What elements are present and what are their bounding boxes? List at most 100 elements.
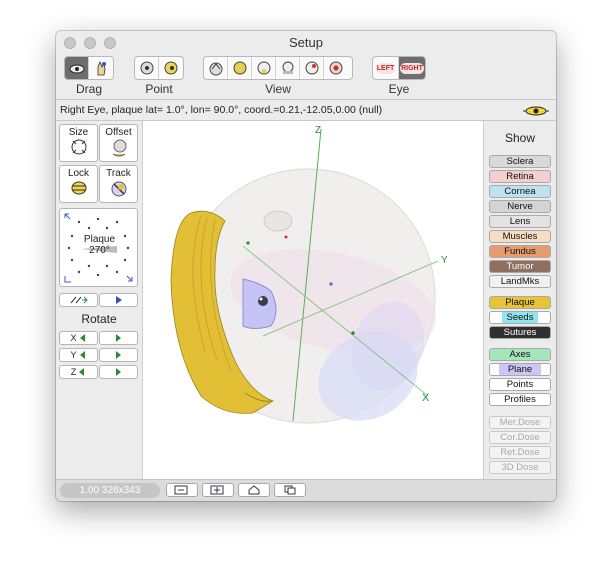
eye-drag-icon xyxy=(69,64,84,74)
point-group xyxy=(134,56,184,80)
zoom-readout: 1.00 326x343 xyxy=(60,483,160,498)
size-label: Size xyxy=(68,127,89,138)
left-panel: Size Offset Lock Track Plaque 270° Rotat… xyxy=(56,121,142,479)
show-cornea-button[interactable]: Cornea xyxy=(489,185,551,198)
setup-window: Setup Drag Point View LEFT RIGHT Eye Rig… xyxy=(56,31,556,501)
show-lens-button[interactable]: Lens xyxy=(489,215,551,228)
y-minus-arrow-icon xyxy=(79,351,85,359)
lock-button[interactable]: Lock xyxy=(59,165,98,203)
rotate-x-plus-button[interactable] xyxy=(99,331,138,345)
copy-view-button[interactable] xyxy=(274,483,306,497)
x-minus-arrow-icon xyxy=(79,334,85,342)
hand-icon xyxy=(97,60,106,76)
rotate-y-minus-button[interactable]: Y xyxy=(59,348,98,362)
plaque-view-icon xyxy=(233,61,246,75)
zoom-in-button[interactable] xyxy=(202,483,234,497)
lock-icon xyxy=(71,181,86,195)
left-eye-button[interactable]: LEFT xyxy=(373,57,400,79)
y-axis-marker: Y xyxy=(441,255,448,266)
drag-hand-button[interactable] xyxy=(89,57,113,79)
point-label: Point xyxy=(145,82,173,96)
eye-group: LEFT RIGHT xyxy=(372,56,426,80)
home-eye-icon xyxy=(209,62,222,76)
left-eye-text: LEFT xyxy=(375,62,396,74)
track-button[interactable]: Track xyxy=(99,165,138,203)
view-fundus-button[interactable] xyxy=(324,57,348,79)
view-side-button[interactable] xyxy=(276,57,300,79)
z-minus-arrow-icon xyxy=(79,368,85,376)
tumor-view-icon xyxy=(305,61,318,75)
zoom-in-icon xyxy=(210,485,224,495)
show-points-button[interactable]: Points xyxy=(489,378,551,391)
show-axes-button[interactable]: Axes xyxy=(489,348,551,361)
eye-3d-viewport[interactable]: Z Y X xyxy=(142,121,484,479)
show-3d-dose-button[interactable]: 3D Dose xyxy=(489,461,551,474)
show-profiles-button[interactable]: Profiles xyxy=(489,393,551,406)
show-muscles-button[interactable]: Muscles xyxy=(489,230,551,243)
plane-label: Plane xyxy=(498,364,542,375)
plaque-point-icon xyxy=(164,61,178,75)
rotate-x-minus-button[interactable]: X xyxy=(59,331,98,345)
point-eye-button[interactable] xyxy=(135,57,159,79)
show-plane-button[interactable]: Plane xyxy=(489,363,551,376)
point-plaque-button[interactable] xyxy=(159,57,183,79)
zoom-out-button[interactable] xyxy=(166,483,198,497)
show-nerve-button[interactable]: Nerve xyxy=(489,200,551,213)
rotate-cw-button[interactable] xyxy=(99,293,138,307)
status-text: Right Eye, plaque lat= 1.0°, lon= 90.0°,… xyxy=(60,104,383,116)
show-ret-dose-button[interactable]: Ret.Dose xyxy=(489,446,551,459)
eye-model-render: Z Y X xyxy=(170,125,448,424)
rotate-z-minus-button[interactable]: Z xyxy=(59,365,98,379)
drag-rotate-button[interactable] xyxy=(65,57,89,79)
offset-icon xyxy=(112,139,126,157)
show-sutures-button[interactable]: Sutures xyxy=(489,326,551,339)
rotate-y-plus-button[interactable] xyxy=(99,348,138,362)
view-home-button[interactable] xyxy=(204,57,228,79)
show-landmks-button[interactable]: LandMks xyxy=(489,275,551,288)
y-plus-arrow-icon xyxy=(115,351,121,359)
offset-label: Offset xyxy=(105,127,132,138)
size-button[interactable]: Size xyxy=(59,124,98,162)
z-axis-marker: Z xyxy=(315,125,321,136)
view-plaque-button[interactable] xyxy=(228,57,252,79)
show-seeds-button[interactable]: Seeds xyxy=(489,311,551,324)
show-panel: Show Sclera Retina Cornea Nerve Lens Muscles F… xyxy=(484,121,556,479)
title-bar: Setup xyxy=(56,31,556,53)
show-sclera-button[interactable]: Sclera xyxy=(489,155,551,168)
right-eye-text: RIGHT xyxy=(400,62,424,74)
seeds-label: Seeds xyxy=(501,312,539,323)
view-top-button[interactable] xyxy=(252,57,276,79)
eye-status-icon xyxy=(523,106,549,116)
x-axis-marker: X xyxy=(422,392,430,404)
drag-group xyxy=(64,56,114,80)
fundus-view-icon xyxy=(329,61,343,75)
right-eye-button[interactable]: RIGHT xyxy=(399,57,425,79)
rotate-reset-icon xyxy=(70,296,88,304)
view-label: View xyxy=(265,82,291,96)
show-cor-dose-button[interactable]: Cor.Dose xyxy=(489,431,551,444)
rotate-label: Rotate xyxy=(81,312,117,326)
rotate-z-plus-button[interactable] xyxy=(99,365,138,379)
step-arrow-icon xyxy=(115,296,122,304)
status-bar: Right Eye, plaque lat= 1.0°, lon= 90.0°,… xyxy=(56,99,556,121)
offset-button[interactable]: Offset xyxy=(99,124,138,162)
show-label: Show xyxy=(504,131,536,145)
plaque-dial-label: Plaque xyxy=(83,234,116,245)
show-plaque-button[interactable]: Plaque xyxy=(489,296,551,309)
track-icon xyxy=(111,181,126,197)
side-view-icon xyxy=(282,61,293,74)
show-fundus-button[interactable]: Fundus xyxy=(489,245,551,258)
window-title: Setup xyxy=(289,35,323,50)
bottom-bar: 1.00 326x343 xyxy=(56,479,556,501)
top-view-icon xyxy=(257,61,270,75)
show-mer-dose-button[interactable]: Mer.Dose xyxy=(489,416,551,429)
home-view-button[interactable] xyxy=(238,483,270,497)
x-plus-arrow-icon xyxy=(115,334,121,342)
show-retina-button[interactable]: Retina xyxy=(489,170,551,183)
z-plus-arrow-icon xyxy=(115,368,121,376)
rotate-ccw-button[interactable] xyxy=(59,293,98,307)
plaque-angle-value: 270° xyxy=(89,245,110,256)
show-tumor-button[interactable]: Tumor xyxy=(489,260,551,273)
plaque-rotation-dial[interactable]: Plaque 270° xyxy=(59,208,138,287)
view-tumor-button[interactable] xyxy=(300,57,324,79)
